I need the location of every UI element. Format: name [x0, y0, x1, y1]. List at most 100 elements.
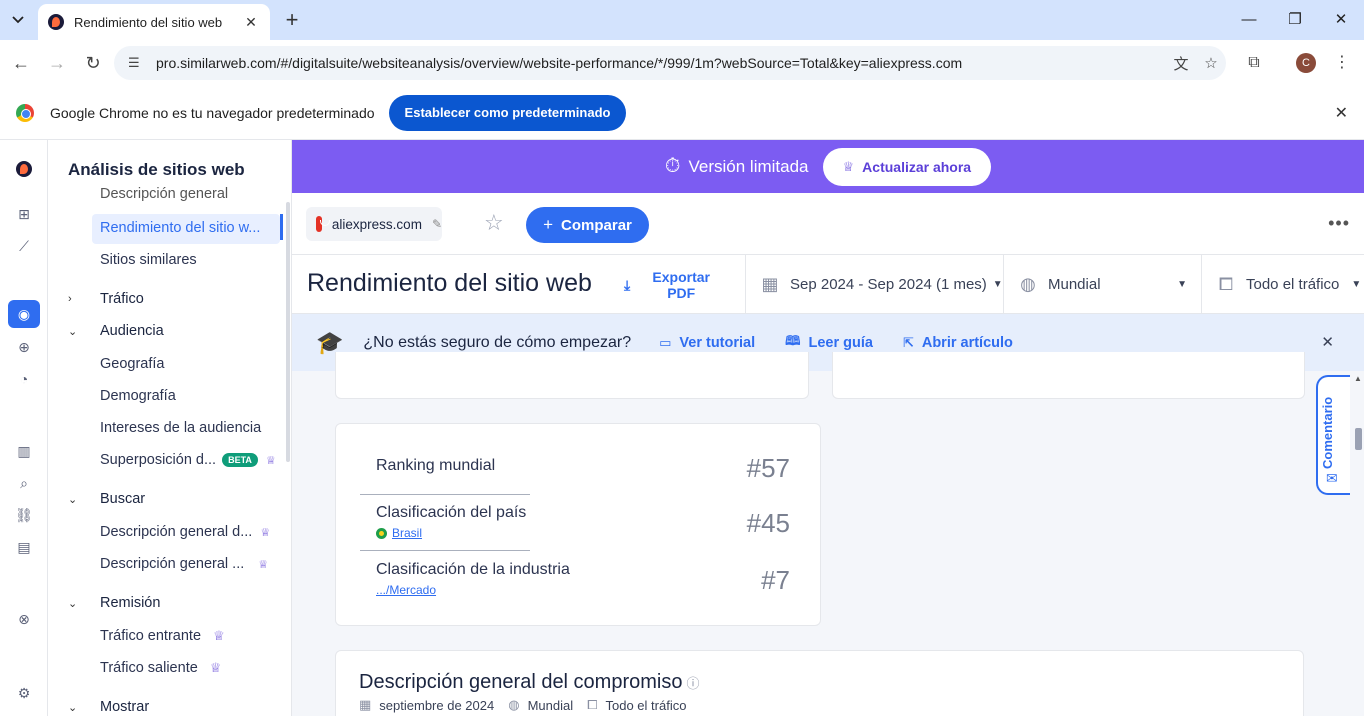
- country-link[interactable]: Brasil: [376, 526, 790, 540]
- minimize-button[interactable]: —: [1234, 8, 1264, 32]
- article-label: Abrir artículo: [921, 334, 1013, 351]
- date-range-label: Sep 2024 - Sep 2024 (1 mes): [790, 276, 987, 293]
- info-icon[interactable]: ⓘ: [686, 676, 699, 691]
- bookmark-star-icon[interactable]: ☆: [1196, 54, 1226, 72]
- network-globe-icon[interactable]: ⊗: [12, 607, 36, 631]
- trend-chart-icon[interactable]: ⟋: [12, 234, 36, 258]
- sidebar-group-label: Remisión: [100, 595, 161, 611]
- crown-icon: ♕: [213, 628, 225, 643]
- sidebar-item-incoming-traffic[interactable]: Tráfico entrante ♕: [100, 628, 225, 644]
- site-chip[interactable]: aliexpress.com ✎: [306, 207, 442, 241]
- sidebar-item-label: Tráfico entrante: [100, 628, 202, 644]
- traffic-source-filter[interactable]: ⧠ Todo el tráfico ▼: [1201, 255, 1364, 314]
- calendar-icon: ▦: [359, 697, 372, 712]
- limited-version-text: Versión limitada: [688, 156, 809, 176]
- industry-link[interactable]: .../Mercado: [376, 583, 790, 597]
- date-range-filter[interactable]: ▦ Sep 2024 - Sep 2024 (1 mes) ▼: [745, 255, 1003, 314]
- bar-chart-icon[interactable]: ▥: [12, 439, 36, 463]
- caret-down-icon: ▼: [1177, 279, 1187, 290]
- guide-label: Leer guía: [808, 334, 873, 351]
- set-default-button[interactable]: Establecer como predeterminado: [388, 94, 627, 131]
- more-options-icon[interactable]: •••: [1328, 213, 1350, 234]
- feedback-label: Comentario: [1320, 396, 1335, 469]
- sidebar-group-traffic[interactable]: › Tráfico: [68, 291, 144, 307]
- main-scrollbar[interactable]: ▲: [1352, 371, 1364, 716]
- apps-icon[interactable]: ⊞: [12, 202, 36, 226]
- chevron-right-icon: ›: [68, 293, 72, 305]
- browser-tabstrip: Rendimiento del sitio web ✕ + — ❐ ✕: [0, 0, 1364, 40]
- calendar-icon: ▦: [761, 274, 779, 294]
- address-bar[interactable]: ☰ pro.similarweb.com/#/digitalsuite/webs…: [114, 46, 1226, 80]
- main-content: ⏱ Versión limitada ♕ Actualizar ahora ali…: [292, 140, 1364, 716]
- close-window-button[interactable]: ✕: [1326, 8, 1356, 32]
- chevron-down-icon: [12, 16, 24, 24]
- globe-icon[interactable]: ◉: [8, 300, 40, 328]
- sidebar-group-search[interactable]: ⌄ Buscar: [68, 491, 145, 507]
- sidebar-item-geography[interactable]: Geografía: [100, 356, 165, 372]
- sidebar-item-audience-interests[interactable]: Intereses de la audiencia: [100, 420, 261, 436]
- region-filter[interactable]: ◍ Mundial ▼: [1003, 255, 1201, 314]
- export-pdf-button[interactable]: ⤓ Exportar PDF: [624, 269, 734, 301]
- site-settings-icon[interactable]: ☰: [128, 55, 146, 71]
- similarweb-logo-icon[interactable]: [12, 157, 36, 181]
- sidebar-item-demography[interactable]: Demografía: [100, 388, 176, 404]
- default-browser-infobar: Google Chrome no es tu navegador predete…: [0, 86, 1364, 140]
- upgrade-now-button[interactable]: ♕ Actualizar ahora: [822, 147, 992, 186]
- ads-icon[interactable]: ▤: [12, 535, 36, 559]
- ranking-card: Ranking mundial #57 Clasificación del pa…: [335, 423, 821, 626]
- reload-button[interactable]: ↻: [81, 52, 105, 74]
- close-tip-icon[interactable]: ✕: [1321, 333, 1334, 351]
- back-button[interactable]: ←: [9, 52, 33, 74]
- sidebar-group-label: Audiencia: [100, 323, 164, 339]
- engagement-traffic: Todo el tráfico: [605, 697, 687, 713]
- forward-button[interactable]: →: [45, 52, 69, 74]
- close-infobar-icon[interactable]: ✕: [1335, 103, 1348, 123]
- industry-rank-label: Clasificación de la industria: [376, 561, 570, 578]
- favorite-star-icon[interactable]: ☆: [484, 211, 504, 235]
- sidebar-group-referral[interactable]: ⌄ Remisión: [68, 595, 160, 611]
- sidebar-group-audience[interactable]: ⌄ Audiencia: [68, 323, 164, 339]
- row-divider: [360, 550, 530, 551]
- browser-tab[interactable]: Rendimiento del sitio web ✕: [38, 4, 270, 40]
- sidebar-item-performance[interactable]: Rendimiento del sitio w...: [100, 220, 260, 236]
- sidebar-item-similar-sites[interactable]: Sitios similares: [100, 252, 197, 268]
- edit-pencil-icon[interactable]: ✎: [432, 217, 442, 231]
- keyword-research-icon[interactable]: ⌕: [12, 471, 36, 495]
- sidebar-item-outgoing-traffic[interactable]: Tráfico saliente ♕: [100, 660, 221, 676]
- engagement-title-text: Descripción general del compromiso: [359, 671, 683, 693]
- read-guide-link[interactable]: 🕮 Leer guía: [785, 332, 873, 354]
- compare-button[interactable]: + Comparar: [526, 207, 649, 243]
- sidebar-item-label: Superposición d...: [100, 452, 217, 468]
- scroll-up-arrow-icon[interactable]: ▲: [1354, 374, 1362, 383]
- extensions-icon[interactable]: ⧉: [1242, 51, 1266, 75]
- icon-rail: ⊞ ⟋ ◉ ⊕ ◔ ▥ ⌕ ⛓ ▤ ⊗ ⚙: [0, 140, 48, 716]
- web-compare-icon[interactable]: ⊕: [12, 335, 36, 359]
- sidebar-group-display[interactable]: ⌄ Mostrar: [68, 699, 149, 715]
- translate-icon[interactable]: 文: [1166, 53, 1196, 74]
- chevron-down-icon: ⌄: [68, 325, 78, 338]
- sidebar-item-search-overview-2[interactable]: Descripción general ... ♕: [100, 556, 268, 572]
- view-tutorial-link[interactable]: ▭ Ver tutorial: [659, 335, 755, 351]
- tab-search-dropdown[interactable]: [6, 9, 30, 31]
- chrome-menu-icon[interactable]: ⋮: [1330, 51, 1354, 75]
- close-tab-icon[interactable]: ✕: [242, 14, 260, 31]
- sidebar-item-search-overview-1[interactable]: Descripción general d... ♕: [100, 524, 270, 540]
- feedback-icon: ✉: [1326, 470, 1338, 486]
- sidebar-scrollbar[interactable]: [286, 202, 290, 462]
- sidebar-item-audience-overlap[interactable]: Superposición d... BETA ♕: [100, 452, 276, 468]
- sidebar-item-overview[interactable]: Descripción general: [100, 186, 228, 202]
- new-tab-button[interactable]: +: [280, 8, 304, 32]
- external-link-icon: ⇱: [902, 334, 914, 350]
- engagement-title: Descripción general del compromiso ⓘ: [359, 671, 700, 694]
- upgrade-label: Actualizar ahora: [862, 158, 972, 175]
- restore-button[interactable]: ❐: [1280, 8, 1310, 32]
- settings-gear-icon[interactable]: ⚙: [12, 681, 36, 705]
- profile-avatar[interactable]: C: [1296, 53, 1316, 73]
- globe-icon: ◍: [508, 697, 520, 712]
- pie-chart-icon[interactable]: ◔: [12, 367, 36, 391]
- beta-badge: BETA: [222, 453, 258, 468]
- link-icon[interactable]: ⛓: [12, 503, 36, 527]
- feedback-tab[interactable]: Comentario ✉: [1316, 375, 1350, 495]
- scrollbar-thumb[interactable]: [1355, 428, 1362, 450]
- open-article-link[interactable]: ⇱ Abrir artículo: [903, 335, 1013, 351]
